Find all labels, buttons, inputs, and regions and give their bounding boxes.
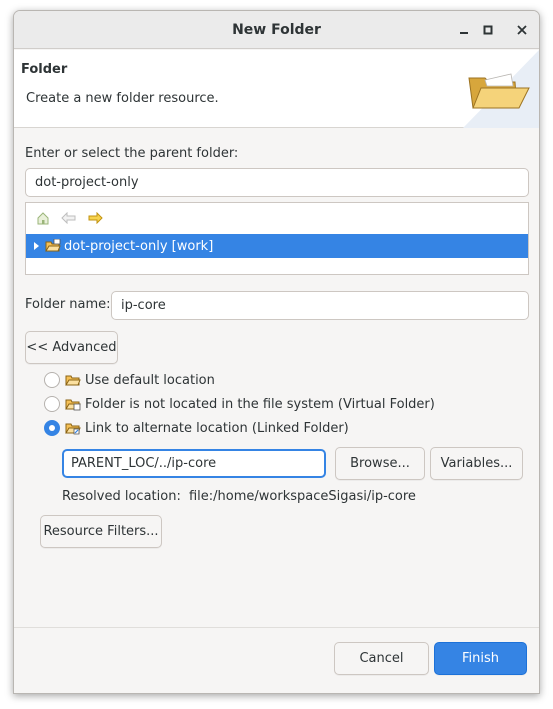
expand-arrow-icon[interactable] <box>33 241 40 251</box>
folder-name-label: Folder name: <box>25 297 111 312</box>
virtual-folder-label: Folder is not located in the file system… <box>85 396 435 412</box>
new-folder-dialog: New Folder Folder Create a new folder re… <box>13 10 540 694</box>
variables-button[interactable]: Variables... <box>430 447 523 480</box>
folder-name-value: ip-core <box>121 298 166 313</box>
virtual-folder-option[interactable]: Folder is not located in the file system… <box>44 394 435 414</box>
banner-title: Folder <box>21 62 68 77</box>
home-icon[interactable] <box>34 210 52 226</box>
parent-folder-input[interactable]: dot-project-only <box>25 168 529 197</box>
use-default-location-radio[interactable] <box>44 372 60 388</box>
folder-tree[interactable]: dot-project-only [work] <box>25 202 529 275</box>
open-folder-icon <box>463 50 539 128</box>
cancel-button-label: Cancel <box>359 651 404 666</box>
title-bar: New Folder <box>14 11 539 49</box>
dialog-banner: Folder Create a new folder resource. <box>14 50 539 128</box>
linked-folder-label: Link to alternate location (Linked Folde… <box>85 420 349 436</box>
browse-button[interactable]: Browse... <box>335 447 425 480</box>
tree-item-label: dot-project-only [work] <box>64 238 214 254</box>
forward-arrow-icon[interactable] <box>86 210 104 226</box>
linked-folder-radio[interactable] <box>44 420 60 436</box>
link-location-input[interactable]: PARENT_LOC/../ip-core <box>62 449 326 478</box>
linked-folder-icon <box>65 421 81 435</box>
link-location-value: PARENT_LOC/../ip-core <box>71 456 217 471</box>
resource-filters-button-label: Resource Filters... <box>43 524 159 539</box>
resolved-location: Resolved location: file:/home/workspaceS… <box>62 489 416 504</box>
minimize-icon[interactable] <box>454 20 474 40</box>
resolved-location-value: file:/home/workspaceSigasi/ip-core <box>188 489 416 504</box>
resource-filters-button[interactable]: Resource Filters... <box>40 515 162 548</box>
use-default-location-label: Use default location <box>85 372 215 388</box>
maximize-icon[interactable] <box>478 20 498 40</box>
cancel-button[interactable]: Cancel <box>334 642 429 675</box>
back-arrow-icon[interactable] <box>60 210 78 226</box>
finish-button-label: Finish <box>461 651 499 666</box>
footer-divider <box>14 627 539 628</box>
linked-folder-option[interactable]: Link to alternate location (Linked Folde… <box>44 418 349 438</box>
variables-button-label: Variables... <box>440 456 513 471</box>
resolved-location-label: Resolved location: <box>62 489 181 504</box>
parent-folder-label: Enter or select the parent folder: <box>25 146 239 161</box>
banner-description: Create a new folder resource. <box>26 91 219 106</box>
window-title: New Folder <box>232 21 321 38</box>
use-default-location-option[interactable]: Use default location <box>44 370 215 390</box>
browse-button-label: Browse... <box>350 456 410 471</box>
tree-item-dot-project-only[interactable]: dot-project-only [work] <box>26 234 528 258</box>
advanced-button-label: << Advanced <box>26 340 117 355</box>
virtual-folder-radio[interactable] <box>44 396 60 412</box>
folder-icon <box>65 373 81 387</box>
close-icon[interactable] <box>512 20 532 40</box>
folder-name-input[interactable]: ip-core <box>111 291 529 320</box>
project-folder-icon <box>45 239 61 253</box>
tree-toolbar <box>26 203 528 234</box>
finish-button[interactable]: Finish <box>434 642 527 675</box>
virtual-folder-icon <box>65 397 81 411</box>
parent-folder-value: dot-project-only <box>35 175 139 190</box>
advanced-button[interactable]: << Advanced <box>25 331 118 364</box>
